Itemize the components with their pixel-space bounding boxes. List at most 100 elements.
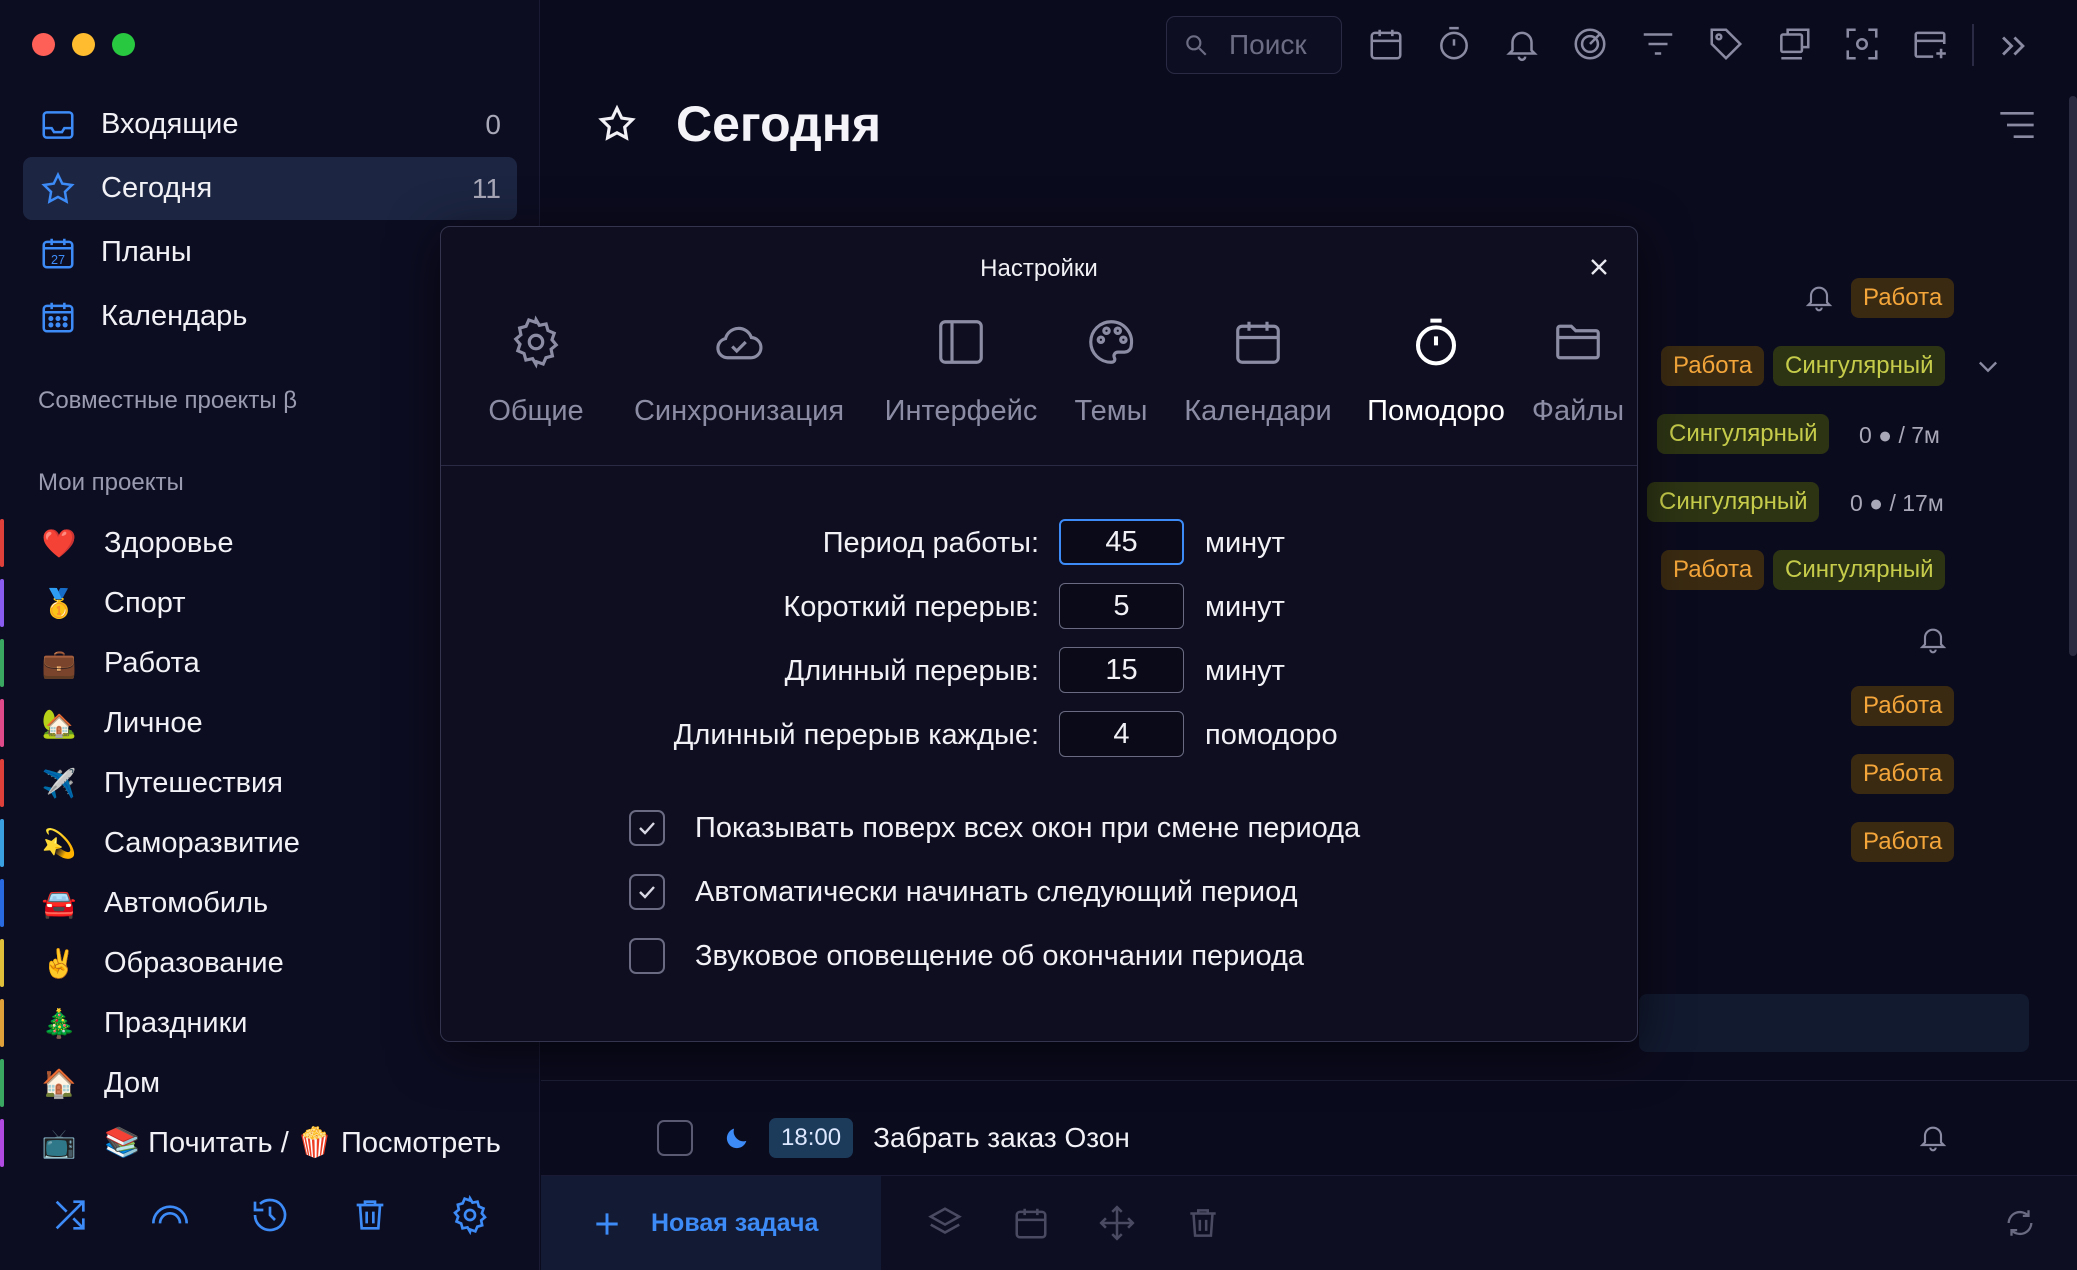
task-checkbox[interactable] xyxy=(657,1120,693,1156)
task-meta: 0 ● / 17м xyxy=(1850,490,1944,516)
quick-add-area[interactable] xyxy=(1639,994,2029,1052)
scrollbar[interactable] xyxy=(2069,96,2077,656)
tab-interface[interactable]: Интерфейс xyxy=(871,315,1051,428)
work-period-input[interactable] xyxy=(1059,519,1184,565)
option-label: Показывать поверх всех окон при смене пе… xyxy=(695,811,1361,844)
tab-general[interactable]: Общие xyxy=(471,315,601,428)
project-color-bar xyxy=(0,1059,4,1107)
close-window-button[interactable] xyxy=(32,33,55,56)
new-task-label: Новая задача xyxy=(651,1209,819,1237)
option-label: Автоматически начинать следующий период xyxy=(695,875,1298,908)
tag-singular[interactable]: Сингулярный xyxy=(1773,346,1946,386)
project-label: Праздники xyxy=(104,1006,248,1039)
chevrons-right-icon[interactable] xyxy=(1996,29,2030,63)
tab-label: Помодоро xyxy=(1367,395,1505,427)
tag-singular[interactable]: Сингулярный xyxy=(1657,414,1830,454)
tag-icon[interactable] xyxy=(1707,25,1745,63)
sidebar-item-inbox[interactable]: Входящие 0 xyxy=(23,93,517,156)
new-task-button[interactable]: Новая задача xyxy=(541,1176,881,1270)
sound-alert-option[interactable]: Звуковое оповещение об окончании периода xyxy=(629,936,1304,976)
zoom-window-button[interactable] xyxy=(112,33,135,56)
tag-work[interactable]: Работа xyxy=(1851,278,1955,318)
tab-files[interactable]: Файлы xyxy=(1523,315,1633,428)
calendar-icon[interactable] xyxy=(1367,25,1405,63)
trash-icon[interactable] xyxy=(350,1195,390,1235)
auto-start-checkbox[interactable] xyxy=(629,874,665,910)
calendar-icon xyxy=(1236,321,1280,364)
task-row[interactable]: 18:00 Забрать заказ Озон xyxy=(657,1118,1130,1158)
scan-icon[interactable] xyxy=(1843,25,1881,63)
sound-alert-checkbox[interactable] xyxy=(629,938,665,974)
project-color-bar xyxy=(0,759,4,807)
sidebar-item-today[interactable]: Сегодня 11 xyxy=(23,157,517,220)
tab-themes[interactable]: Темы xyxy=(1061,315,1161,428)
tag-work[interactable]: Работа xyxy=(1851,686,1955,726)
project-label: Спорт xyxy=(104,586,186,619)
sidebar-item-label: Входящие xyxy=(101,108,239,140)
project-label: Личное xyxy=(104,706,203,739)
shuffle-icon[interactable] xyxy=(50,1195,90,1235)
layers-stack-icon[interactable] xyxy=(926,1204,964,1242)
calendar-27-icon: 27 xyxy=(42,238,74,269)
move-icon[interactable] xyxy=(1098,1204,1136,1242)
filter-icon[interactable] xyxy=(1639,25,1677,63)
project-color-bar xyxy=(0,639,4,687)
long-break-interval-row: Длинный перерыв каждые: помодоро xyxy=(441,711,1639,759)
tag-work[interactable]: Работа xyxy=(1661,346,1765,386)
bell-icon[interactable] xyxy=(1503,25,1541,63)
close-icon[interactable] xyxy=(1587,255,1611,279)
checkmark-icon xyxy=(639,886,655,899)
bell-icon xyxy=(1805,286,1833,312)
project-label: Здоровье xyxy=(104,526,234,559)
option-label: Звуковое оповещение об окончании периода xyxy=(695,939,1305,972)
project-emoji: 🏠 xyxy=(41,1067,77,1099)
project-emoji: 🏡 xyxy=(41,707,77,739)
tag-work[interactable]: Работа xyxy=(1851,822,1955,862)
always-on-top-option[interactable]: Показывать поверх всех окон при смене пе… xyxy=(629,808,1360,848)
calendar-icon[interactable] xyxy=(1012,1204,1050,1242)
rainbow-icon[interactable] xyxy=(150,1195,190,1235)
inbox-icon xyxy=(42,110,74,139)
add-calendar-icon[interactable] xyxy=(1911,25,1949,63)
auto-start-option[interactable]: Автоматически начинать следующий период xyxy=(629,872,1298,912)
search-icon xyxy=(1186,35,1207,56)
history-icon[interactable] xyxy=(250,1195,290,1235)
checkmark-icon xyxy=(639,822,655,835)
gear-icon[interactable] xyxy=(450,1195,490,1235)
gear-icon xyxy=(513,315,559,369)
tab-label: Интерфейс xyxy=(884,395,1038,427)
stopwatch-icon xyxy=(1415,318,1457,366)
project-emoji: ❤️ xyxy=(41,527,77,559)
project-label: Дом xyxy=(104,1066,161,1099)
field-unit: помодоро xyxy=(1205,719,1338,751)
task-meta: 0 ● / 7м xyxy=(1859,422,1940,448)
sort-icon[interactable] xyxy=(1997,108,2037,142)
timer-icon[interactable] xyxy=(1435,25,1473,63)
tag-singular[interactable]: Сингулярный xyxy=(1773,550,1946,590)
tag-work[interactable]: Работа xyxy=(1851,754,1955,794)
long-break-input[interactable] xyxy=(1059,647,1184,693)
tab-sync[interactable]: Синхронизация xyxy=(619,315,859,428)
project-color-bar xyxy=(0,879,4,927)
field-label: Период работы: xyxy=(822,527,1039,559)
chevron-down-icon[interactable] xyxy=(1974,352,2002,380)
short-break-input[interactable] xyxy=(1059,583,1184,629)
project-color-bar xyxy=(0,579,4,627)
always-on-top-checkbox[interactable] xyxy=(629,810,665,846)
tab-pomodoro[interactable]: Помодоро xyxy=(1356,315,1516,428)
star-icon[interactable] xyxy=(596,103,638,145)
layers-icon[interactable] xyxy=(1775,25,1813,63)
sync-icon[interactable] xyxy=(2003,1206,2037,1240)
shared-projects-title[interactable]: Совместные проекты β xyxy=(38,387,297,415)
project-item[interactable]: 🏠 Дом xyxy=(0,1053,540,1113)
tag-work[interactable]: Работа xyxy=(1661,550,1765,590)
trash-icon[interactable] xyxy=(1184,1204,1222,1242)
tab-calendars[interactable]: Календари xyxy=(1173,315,1343,428)
search-input[interactable]: Поиск xyxy=(1166,16,1342,74)
sidebar-item-count: 0 xyxy=(485,108,501,140)
long-break-interval-input[interactable] xyxy=(1059,711,1184,757)
tag-singular[interactable]: Сингулярный xyxy=(1647,482,1820,522)
minimize-window-button[interactable] xyxy=(72,33,95,56)
project-label: Работа xyxy=(104,646,200,679)
target-icon[interactable] xyxy=(1571,25,1609,63)
